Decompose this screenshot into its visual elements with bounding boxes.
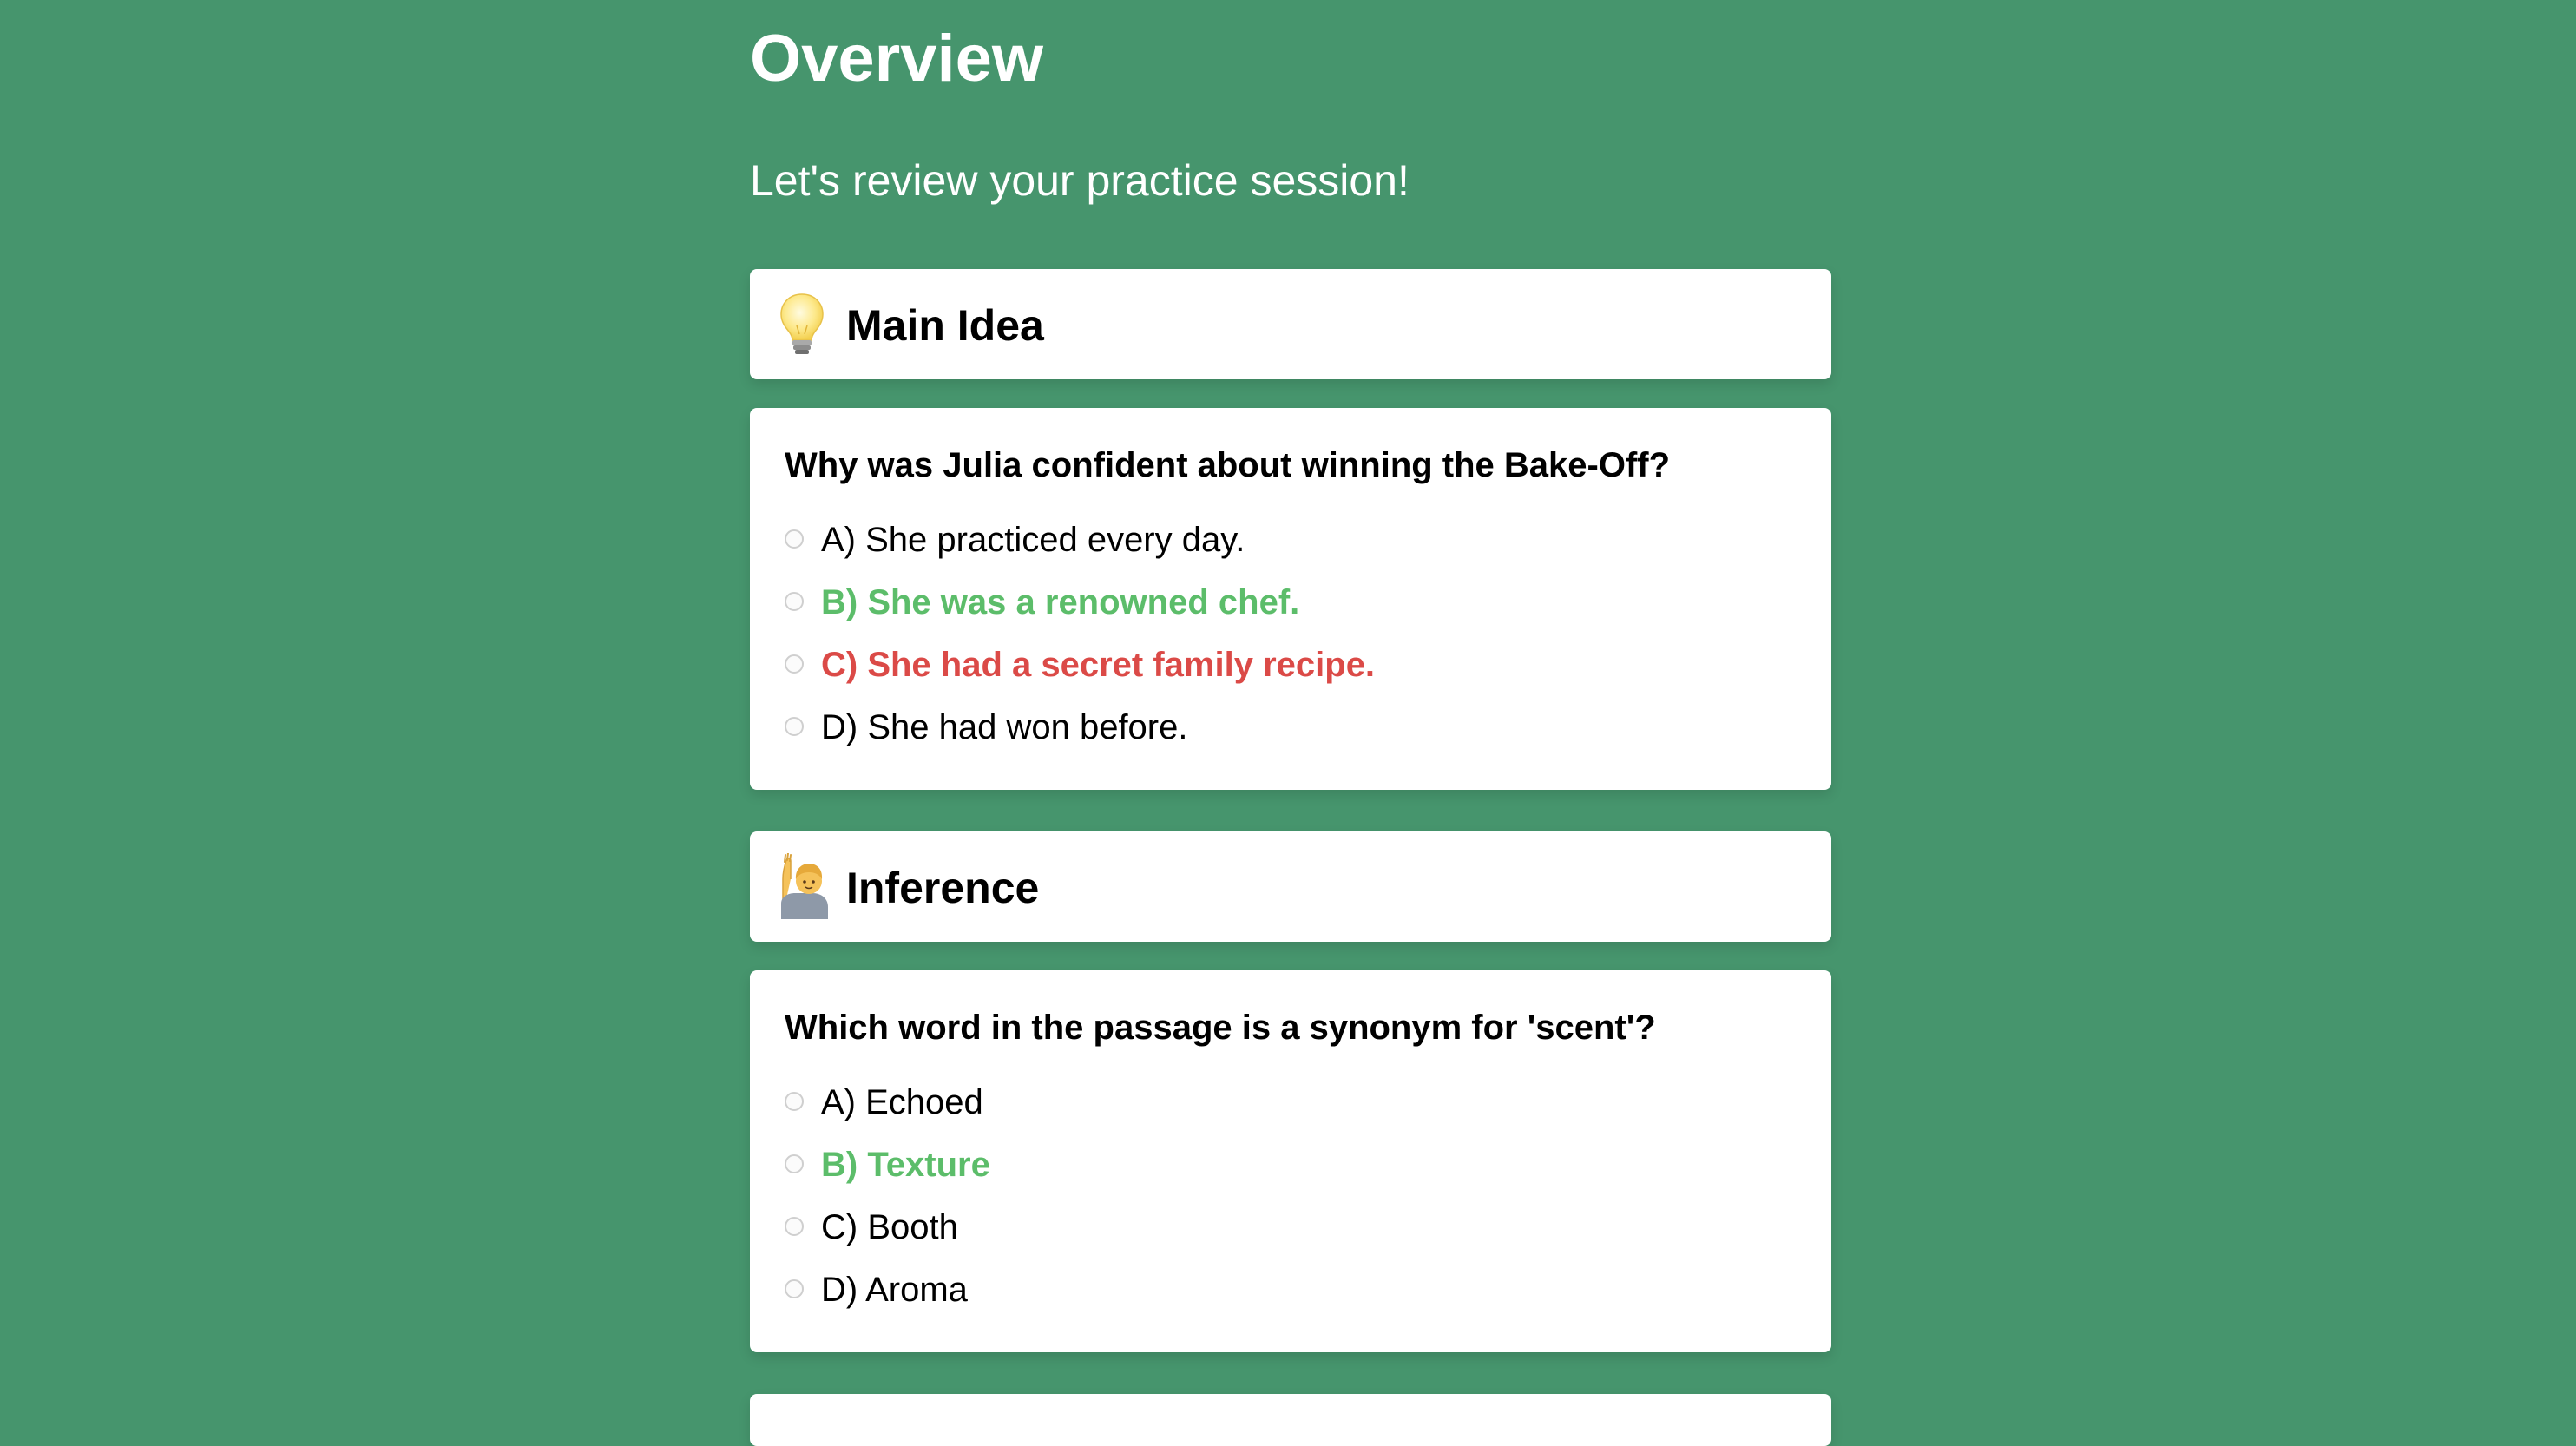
radio-button[interactable] (785, 529, 804, 549)
option-c[interactable]: C) Booth (785, 1203, 1791, 1252)
option-label: C) Booth (821, 1208, 958, 1246)
option-d[interactable]: D) She had won before. (785, 703, 1791, 752)
radio-button[interactable] (785, 717, 804, 736)
option-label: B) She was a renowned chef. (821, 583, 1300, 621)
radio-button[interactable] (785, 1092, 804, 1111)
option-label: A) She practiced every day. (821, 521, 1245, 559)
radio-button[interactable] (785, 1217, 804, 1236)
option-d[interactable]: D) Aroma (785, 1265, 1791, 1314)
option-b-correct[interactable]: B) She was a renowned chef. (785, 578, 1791, 627)
page-subtitle: Let's review your practice session! (750, 156, 1410, 205)
option-c-incorrect[interactable]: C) She had a secret family recipe. (785, 641, 1791, 689)
radio-button[interactable] (785, 1279, 804, 1298)
page-title: Overview (750, 22, 1043, 95)
option-label: C) She had a secret family recipe. (821, 646, 1376, 684)
option-b-correct[interactable]: B) Texture (785, 1140, 1791, 1189)
question-text: Why was Julia confident about winning th… (785, 446, 1671, 484)
option-a[interactable]: A) Echoed (785, 1078, 1791, 1127)
section-header-inference: Inference (750, 831, 1831, 942)
next-section-card (750, 1394, 1831, 1446)
radio-button[interactable] (785, 592, 804, 611)
section-header-main-idea: Main Idea (750, 269, 1831, 379)
section-title: Main Idea (846, 301, 1044, 350)
question-text: Which word in the passage is a synonym f… (785, 1009, 1656, 1047)
option-a[interactable]: A) She practiced every day. (785, 516, 1791, 564)
radio-button[interactable] (785, 654, 804, 674)
light-bulb-icon (776, 291, 828, 357)
question-card: Which word in the passage is a synonym f… (750, 970, 1831, 1352)
option-label: D) Aroma (821, 1271, 968, 1309)
option-label: A) Echoed (821, 1083, 983, 1121)
person-raising-hand-icon (776, 852, 828, 919)
option-label: B) Texture (821, 1146, 990, 1184)
radio-button[interactable] (785, 1154, 804, 1173)
option-label: D) She had won before. (821, 708, 1188, 746)
question-card: Why was Julia confident about winning th… (750, 408, 1831, 790)
section-title: Inference (846, 864, 1040, 912)
